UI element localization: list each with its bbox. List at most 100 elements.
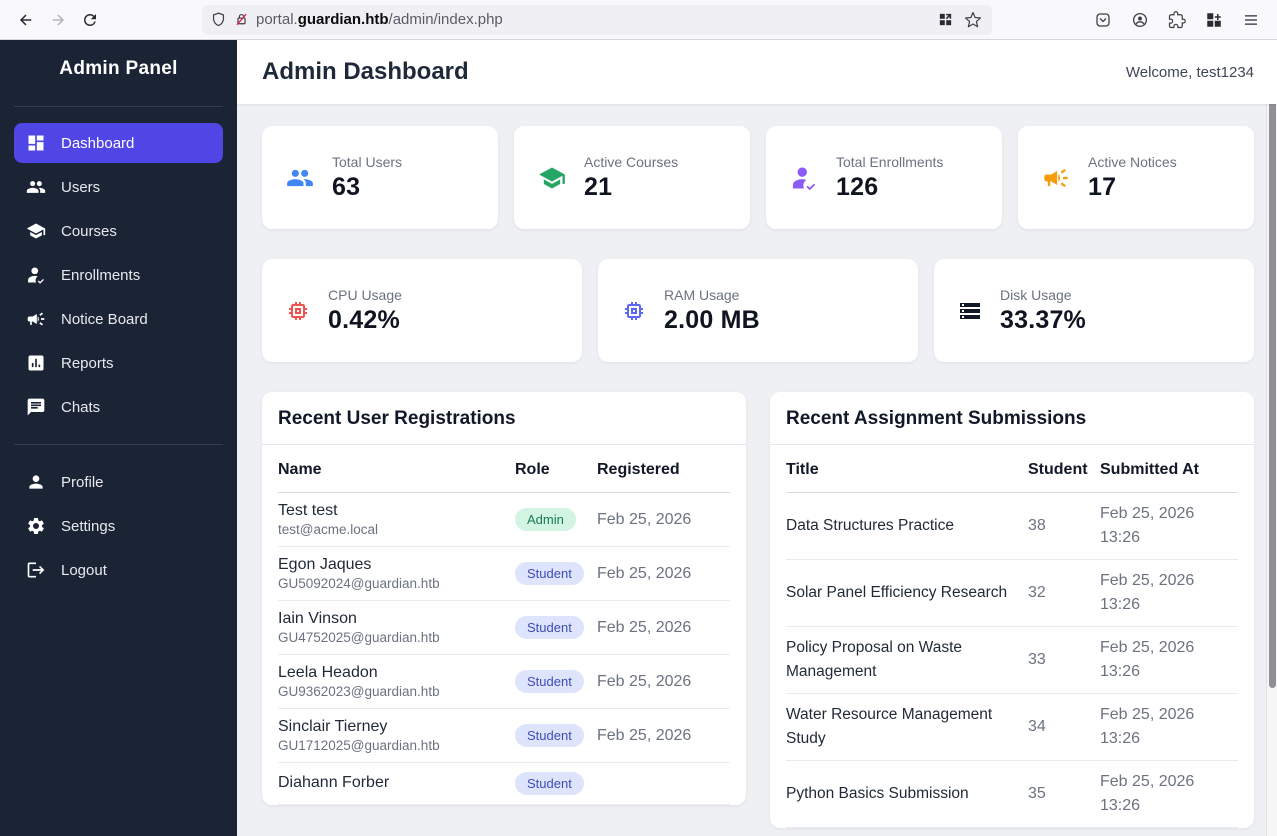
student-id: 33 <box>1028 626 1100 695</box>
table-row: Test test test@acme.local Admin Feb 25, 2… <box>278 492 730 547</box>
logout-icon <box>27 562 45 578</box>
scrollbar-thumb[interactable] <box>1269 40 1276 688</box>
stat-label: Active Notices <box>1088 153 1177 170</box>
screen: { "browser": { "url": { "prefix": "porta… <box>0 0 1277 836</box>
page-layout-icon[interactable] <box>937 11 954 28</box>
bar-chart-icon <box>28 355 44 371</box>
table-row: Leela Headon GU9362023@guardian.htb Stude… <box>278 654 730 709</box>
url-path: /admin/index.php <box>388 11 503 28</box>
sidebar-nav: Dashboard Users Courses Enrollments Noti… <box>0 119 237 431</box>
extension-grid-button[interactable] <box>1198 5 1230 35</box>
extensions-button[interactable] <box>1161 5 1193 35</box>
user-email: GU4752025@guardian.htb <box>278 630 440 645</box>
role-badge: Student <box>515 772 584 795</box>
sidebar-item-logout[interactable]: Logout <box>14 550 223 590</box>
sidebar-item-enrollments[interactable]: Enrollments <box>14 255 223 295</box>
stat-value: 0.42% <box>328 305 400 334</box>
stat-card-ram-usage: RAM Usage 2.00 MB <box>598 259 918 362</box>
megaphone-icon <box>1044 168 1068 187</box>
users-icon <box>287 169 313 186</box>
person-icon <box>29 475 43 489</box>
sidebar-item-chats[interactable]: Chats <box>14 387 223 427</box>
registered-date: Feb 25, 2026 <box>597 546 730 601</box>
forward-icon <box>52 14 65 25</box>
storage-icon <box>960 302 980 319</box>
system-stats-row: CPU Usage 0.42% RAM Usage 2.00 MB Disk U… <box>262 259 1254 362</box>
submitted-date: Feb 25, 2026 <box>1100 572 1195 589</box>
sidebar-item-reports[interactable]: Reports <box>14 343 223 383</box>
back-button[interactable] <box>10 5 42 35</box>
account-button[interactable] <box>1124 5 1156 35</box>
recent-submissions-card: Recent Assignment Submissions Title Stud… <box>770 392 1254 829</box>
reload-icon <box>84 13 96 26</box>
assignment-title: Solar Panel Efficiency Research <box>786 559 1028 627</box>
stat-value: 63 <box>332 172 361 201</box>
stat-value: 126 <box>836 172 879 201</box>
sidebar-item-label: Notice Board <box>61 310 148 328</box>
url-actions <box>937 11 984 29</box>
assignment-title: Data Structures Practice <box>786 492 1028 560</box>
back-icon <box>19 14 32 25</box>
registered-date: Feb 25, 2026 <box>597 654 730 709</box>
student-id: 32 <box>1028 559 1100 627</box>
stat-value: 17 <box>1088 172 1117 201</box>
section-title: Recent Assignment Submissions <box>770 392 1254 445</box>
reload-button[interactable] <box>74 5 106 35</box>
forward-button[interactable] <box>42 5 74 35</box>
table-row: Python Basics Submission 35 Feb 25, 2026… <box>786 760 1238 829</box>
submissions-table: Title Student Submitted At Data Structur… <box>770 445 1254 829</box>
role-badge: Student <box>515 562 584 585</box>
table-row: Water Resource Management Study 34 Feb 2… <box>786 693 1238 762</box>
person-check-icon <box>28 267 44 284</box>
browser-toolbar: portal.guardian.htb/admin/index.php <box>0 0 1277 40</box>
users-icon <box>26 181 46 193</box>
submitted-time: 13:26 <box>1100 596 1141 613</box>
menu-button[interactable] <box>1235 5 1267 35</box>
tracking-shield-icon[interactable] <box>210 11 227 28</box>
person-check-icon <box>792 167 816 190</box>
sidebar-item-courses[interactable]: Courses <box>14 211 223 251</box>
url-text: portal.guardian.htb/admin/index.php <box>256 11 931 28</box>
column-header-name: Name <box>278 445 515 493</box>
column-header-student: Student <box>1028 445 1100 493</box>
sidebar-item-dashboard[interactable]: Dashboard <box>14 123 223 163</box>
tables-row: Recent User Registrations Name Role Regi… <box>262 392 1254 829</box>
sidebar-item-label: Profile <box>61 473 104 491</box>
url-bar[interactable]: portal.guardian.htb/admin/index.php <box>202 4 992 35</box>
role-badge: Admin <box>515 508 576 531</box>
sidebar-item-label: Courses <box>61 222 117 240</box>
table-row: Policy Proposal on Waste Management 33 F… <box>786 626 1238 695</box>
pocket-button[interactable] <box>1087 5 1119 35</box>
sidebar-item-users[interactable]: Users <box>14 167 223 207</box>
stat-value: 2.00 MB <box>664 305 760 334</box>
stat-card-active-courses: Active Courses 21 <box>514 126 750 229</box>
graduation-cap-icon <box>539 167 565 188</box>
submitted-time: 13:26 <box>1100 529 1141 546</box>
role-badge: Student <box>515 670 584 693</box>
cpu-chip-icon <box>289 301 307 320</box>
sidebar-item-profile[interactable]: Profile <box>14 462 223 502</box>
registered-date: Feb 25, 2026 <box>597 600 730 655</box>
column-header-title: Title <box>786 445 1028 493</box>
dashboard-icon <box>28 135 44 151</box>
student-id: 38 <box>1028 492 1100 560</box>
table-row: Egon Jaques GU5092024@guardian.htb Studen… <box>278 546 730 601</box>
megaphone-icon <box>27 312 45 326</box>
app-title: Admin Panel <box>59 58 178 79</box>
column-header-registered: Registered <box>597 445 730 493</box>
sidebar-item-notice-board[interactable]: Notice Board <box>14 299 223 339</box>
submitted-time: 13:26 <box>1100 730 1141 748</box>
chat-icon <box>27 398 45 416</box>
sidebar-item-label: Enrollments <box>61 266 141 284</box>
assignment-title: Python Basics Submission <box>786 760 1028 829</box>
column-header-submitted-at: Submitted At <box>1100 445 1238 493</box>
sidebar-item-label: Settings <box>61 517 116 535</box>
insecure-lock-icon[interactable] <box>233 11 250 28</box>
sidebar-item-label: Dashboard <box>61 134 135 152</box>
bookmark-star-icon[interactable] <box>964 11 982 29</box>
app-window: Admin Panel Dashboard Users Courses Enro… <box>0 40 1277 836</box>
account-icon <box>1132 12 1148 27</box>
student-id: 35 <box>1028 760 1100 829</box>
page-scrollbar[interactable] <box>1266 40 1277 836</box>
sidebar-item-settings[interactable]: Settings <box>14 506 223 546</box>
